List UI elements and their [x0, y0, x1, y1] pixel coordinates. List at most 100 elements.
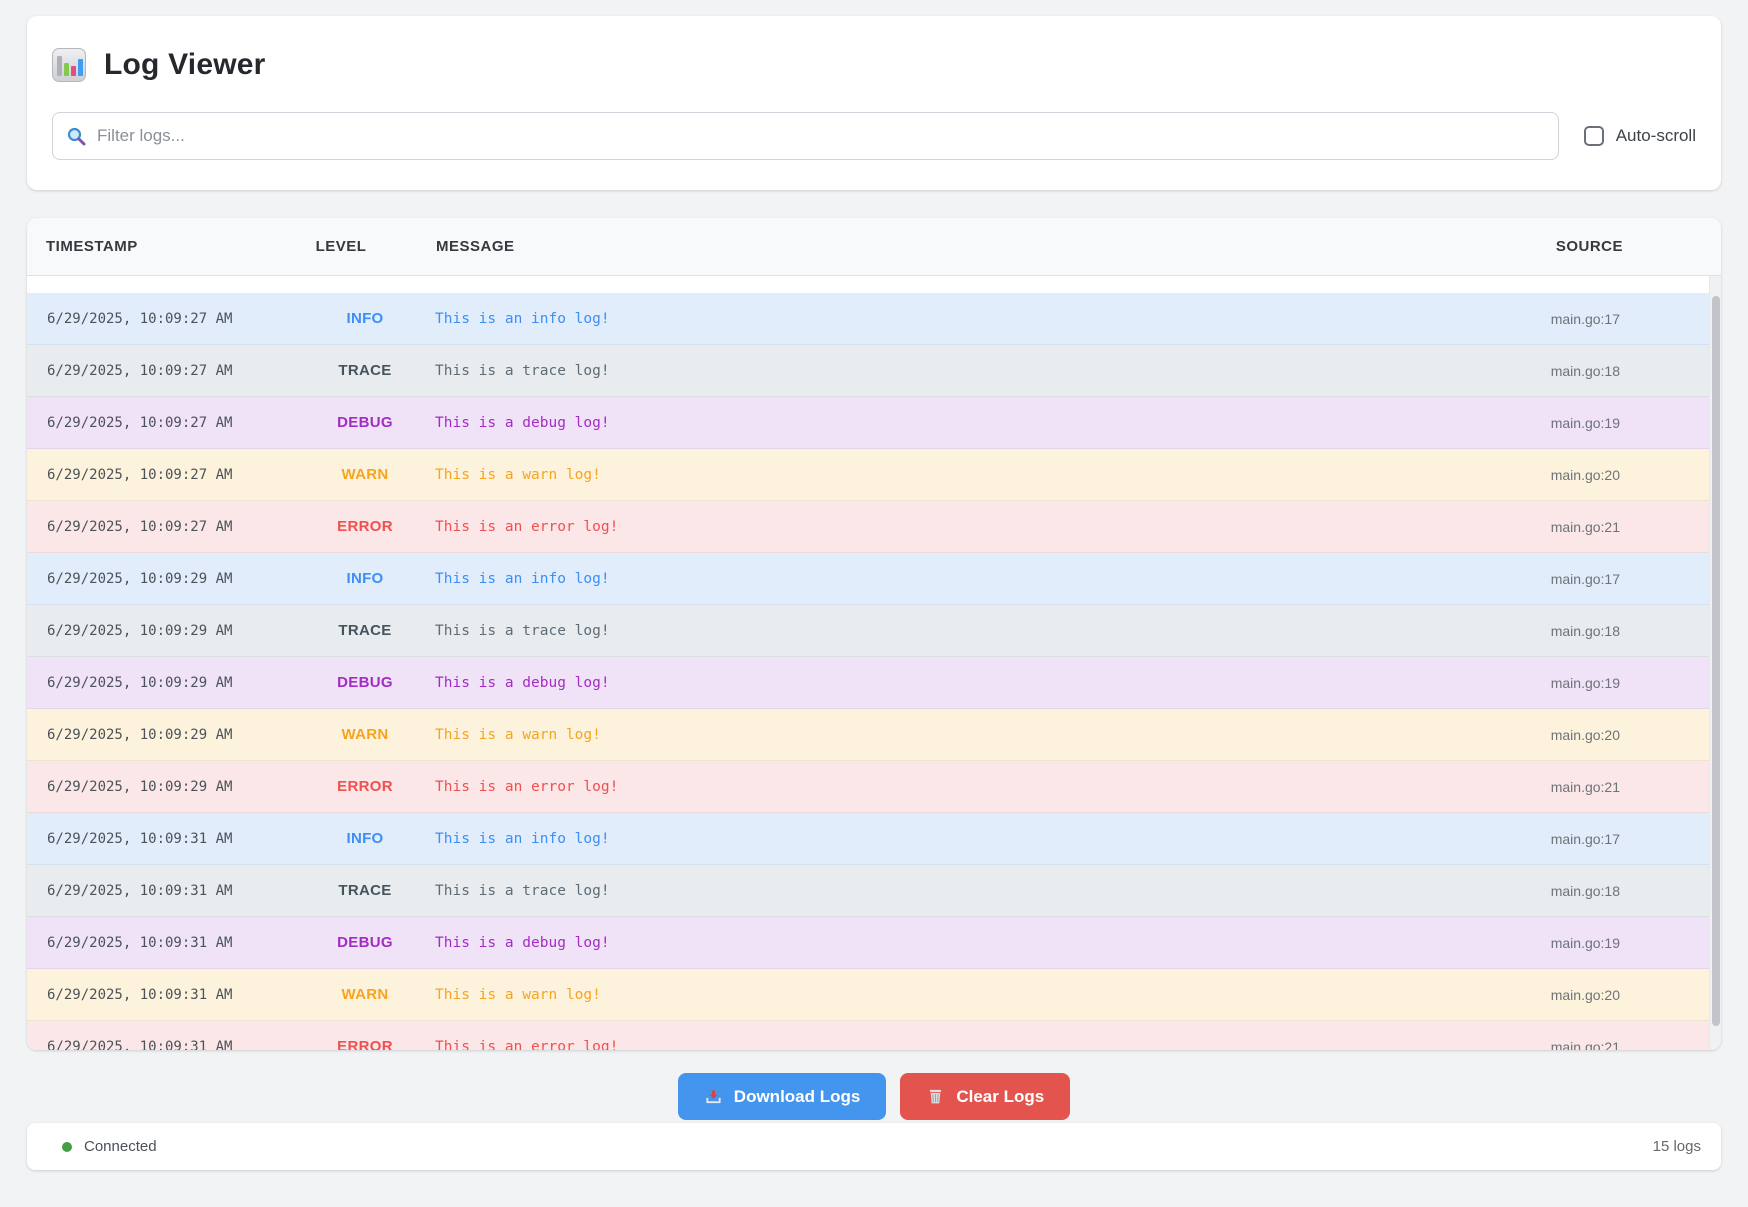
- log-message: This is an info log!: [413, 311, 1301, 327]
- table-row: 6/29/2025, 10:09:29 AM WARN This is a wa…: [27, 709, 1721, 761]
- table-row: 6/29/2025, 10:09:27 AM WARN This is a wa…: [27, 449, 1721, 501]
- column-header-timestamp: TIMESTAMP: [27, 238, 290, 255]
- log-level-badge: WARN: [317, 986, 413, 1003]
- log-level-badge: INFO: [317, 310, 413, 327]
- table-row: 6/29/2025, 10:09:29 AM INFO This is an i…: [27, 553, 1721, 605]
- log-timestamp: 6/29/2025, 10:09:31 AM: [27, 1039, 317, 1051]
- log-message: This is an info log!: [413, 831, 1301, 847]
- log-level-badge: ERROR: [317, 778, 413, 795]
- log-source: main.go:19: [1301, 415, 1721, 431]
- table-row: 6/29/2025, 10:09:31 AM INFO This is an i…: [27, 813, 1721, 865]
- log-level-badge: DEBUG: [317, 674, 413, 691]
- log-level-badge: TRACE: [317, 622, 413, 639]
- log-source: main.go:18: [1301, 883, 1721, 899]
- log-message: This is a warn log!: [413, 467, 1301, 483]
- log-message: This is a trace log!: [413, 623, 1301, 639]
- log-message: This is a debug log!: [413, 675, 1301, 691]
- log-message: This is an error log!: [413, 1039, 1301, 1051]
- scroll-top-spacer: [27, 276, 1721, 293]
- log-source: main.go:17: [1301, 831, 1721, 847]
- download-logs-label: Download Logs: [734, 1087, 861, 1107]
- log-level-badge: TRACE: [317, 882, 413, 899]
- table-row: 6/29/2025, 10:09:27 AM DEBUG This is a d…: [27, 397, 1721, 449]
- log-message: This is a trace log!: [413, 363, 1301, 379]
- log-timestamp: 6/29/2025, 10:09:27 AM: [27, 363, 317, 379]
- search-icon: [66, 126, 87, 147]
- header-card: Log Viewer Auto-scroll: [27, 16, 1721, 190]
- log-timestamp: 6/29/2025, 10:09:29 AM: [27, 623, 317, 639]
- table-row: 6/29/2025, 10:09:29 AM ERROR This is an …: [27, 761, 1721, 813]
- column-header-message: MESSAGE: [392, 238, 1301, 255]
- log-source: main.go:20: [1301, 467, 1721, 483]
- table-row: 6/29/2025, 10:09:31 AM WARN This is a wa…: [27, 969, 1721, 1021]
- autoscroll-checkbox[interactable]: [1584, 126, 1604, 146]
- log-timestamp: 6/29/2025, 10:09:27 AM: [27, 311, 317, 327]
- table-row: 6/29/2025, 10:09:31 AM TRACE This is a t…: [27, 865, 1721, 917]
- connection-status-label: Connected: [84, 1138, 157, 1155]
- log-level-badge: DEBUG: [317, 934, 413, 951]
- log-message: This is a debug log!: [413, 415, 1301, 431]
- log-level-badge: WARN: [317, 726, 413, 743]
- log-timestamp: 6/29/2025, 10:09:31 AM: [27, 883, 317, 899]
- connection-status-icon: [62, 1142, 72, 1152]
- autoscroll-label: Auto-scroll: [1616, 126, 1696, 146]
- log-timestamp: 6/29/2025, 10:09:31 AM: [27, 935, 317, 951]
- log-message: This is an error log!: [413, 519, 1301, 535]
- actions-bar: Download Logs Clear Logs: [0, 1073, 1748, 1120]
- log-message: This is an info log!: [413, 571, 1301, 587]
- download-tray-icon: [704, 1087, 723, 1106]
- log-message: This is a debug log!: [413, 935, 1301, 951]
- status-bar: Connected 15 logs: [27, 1123, 1721, 1170]
- log-table: TIMESTAMP LEVEL MESSAGE SOURCE 6/29/2025…: [27, 218, 1721, 1050]
- log-source: main.go:17: [1301, 571, 1721, 587]
- table-row: 6/29/2025, 10:09:27 AM ERROR This is an …: [27, 501, 1721, 553]
- column-header-source: SOURCE: [1301, 238, 1721, 255]
- table-row: 6/29/2025, 10:09:27 AM TRACE This is a t…: [27, 345, 1721, 397]
- log-source: main.go:18: [1301, 623, 1721, 639]
- log-list: 6/29/2025, 10:09:27 AM INFO This is an i…: [27, 276, 1721, 1050]
- table-row: 6/29/2025, 10:09:31 AM ERROR This is an …: [27, 1021, 1721, 1050]
- table-row: 6/29/2025, 10:09:27 AM INFO This is an i…: [27, 293, 1721, 345]
- table-row: 6/29/2025, 10:09:29 AM DEBUG This is a d…: [27, 657, 1721, 709]
- log-message: This is a warn log!: [413, 987, 1301, 1003]
- bar-chart-icon: [52, 48, 86, 82]
- log-timestamp: 6/29/2025, 10:09:29 AM: [27, 571, 317, 587]
- log-timestamp: 6/29/2025, 10:09:29 AM: [27, 675, 317, 691]
- filter-input[interactable]: [52, 112, 1559, 160]
- clear-logs-button[interactable]: Clear Logs: [900, 1073, 1070, 1120]
- log-level-badge: ERROR: [317, 1038, 413, 1050]
- table-header: TIMESTAMP LEVEL MESSAGE SOURCE: [27, 218, 1721, 276]
- log-timestamp: 6/29/2025, 10:09:27 AM: [27, 467, 317, 483]
- trash-icon: [926, 1087, 945, 1106]
- log-level-badge: ERROR: [317, 518, 413, 535]
- log-source: main.go:18: [1301, 363, 1721, 379]
- log-timestamp: 6/29/2025, 10:09:29 AM: [27, 779, 317, 795]
- page-title: Log Viewer: [104, 48, 266, 82]
- download-logs-button[interactable]: Download Logs: [678, 1073, 887, 1120]
- log-source: main.go:20: [1301, 727, 1721, 743]
- log-message: This is an error log!: [413, 779, 1301, 795]
- log-message: This is a trace log!: [413, 883, 1301, 899]
- log-timestamp: 6/29/2025, 10:09:31 AM: [27, 987, 317, 1003]
- log-source: main.go:19: [1301, 675, 1721, 691]
- log-source: main.go:21: [1301, 519, 1721, 535]
- log-timestamp: 6/29/2025, 10:09:27 AM: [27, 519, 317, 535]
- log-level-badge: TRACE: [317, 362, 413, 379]
- log-source: main.go:17: [1301, 311, 1721, 327]
- log-level-badge: INFO: [317, 570, 413, 587]
- scrollbar-thumb[interactable]: [1712, 296, 1720, 1026]
- log-level-badge: INFO: [317, 830, 413, 847]
- scrollbar-track[interactable]: [1709, 276, 1721, 1050]
- log-timestamp: 6/29/2025, 10:09:31 AM: [27, 831, 317, 847]
- log-timestamp: 6/29/2025, 10:09:29 AM: [27, 727, 317, 743]
- log-timestamp: 6/29/2025, 10:09:27 AM: [27, 415, 317, 431]
- table-row: 6/29/2025, 10:09:29 AM TRACE This is a t…: [27, 605, 1721, 657]
- log-count: 15 logs: [1653, 1138, 1701, 1155]
- clear-logs-label: Clear Logs: [956, 1087, 1044, 1107]
- log-source: main.go:20: [1301, 987, 1721, 1003]
- table-row: 6/29/2025, 10:09:31 AM DEBUG This is a d…: [27, 917, 1721, 969]
- log-source: main.go:19: [1301, 935, 1721, 951]
- log-message: This is a warn log!: [413, 727, 1301, 743]
- column-header-level: LEVEL: [290, 238, 392, 255]
- log-level-badge: DEBUG: [317, 414, 413, 431]
